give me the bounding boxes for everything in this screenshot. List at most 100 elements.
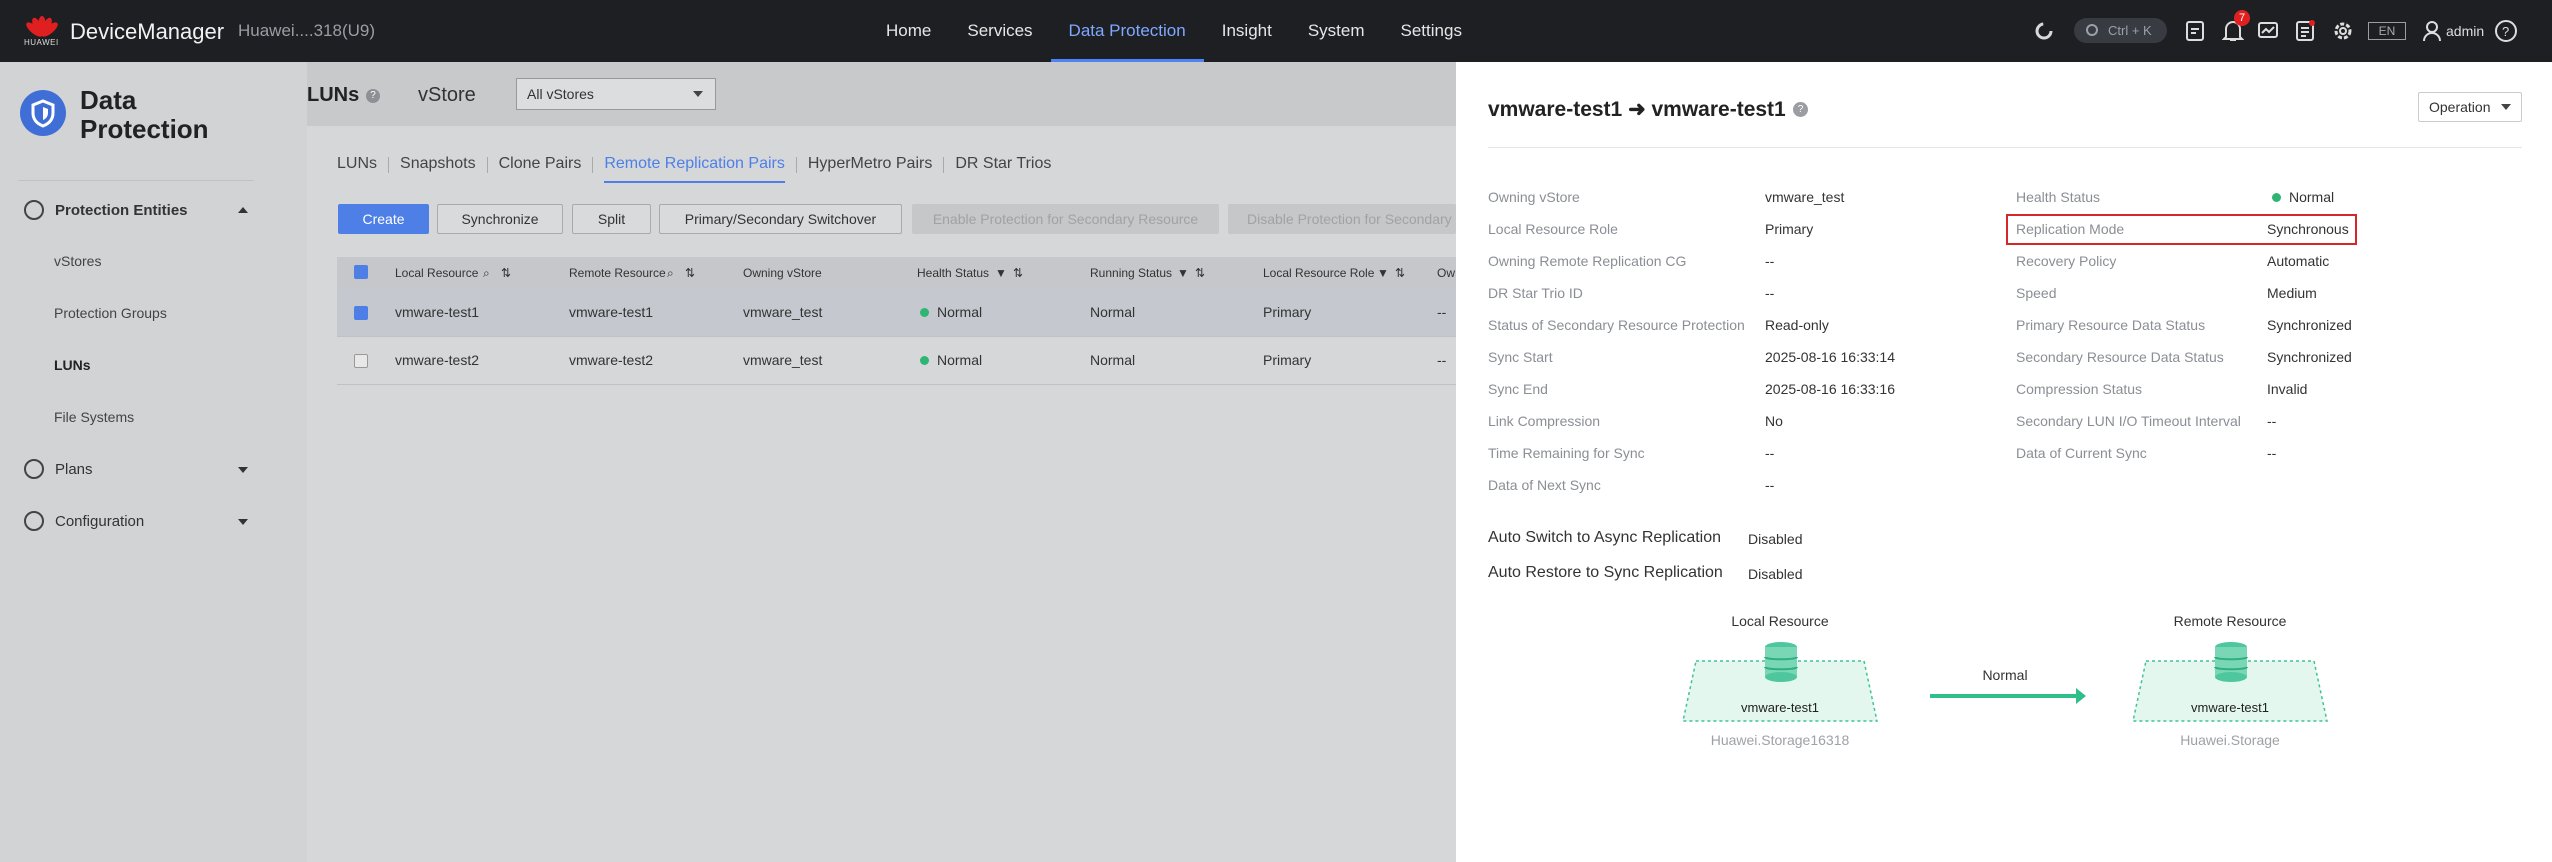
value-data-of-current-sync: -- <box>2267 445 2277 461</box>
nav-services[interactable]: Services <box>949 0 1050 62</box>
synchronize-button[interactable]: Synchronize <box>437 204 563 234</box>
row-checkbox[interactable] <box>354 306 368 320</box>
value-dr-star-trio-id: -- <box>1765 285 1775 301</box>
enable-protection-button[interactable]: Enable Protection for Secondary Resource <box>912 204 1219 234</box>
value-sync-start: 2025-08-16 16:33:14 <box>1765 349 1895 365</box>
label-secondary-resource-protection: Status of Secondary Resource Protection <box>1488 317 1745 333</box>
auto-switch-label: Auto Switch to Async Replication <box>1488 529 1722 546</box>
sort-icon[interactable]: ⇅ <box>1395 266 1405 280</box>
search-icon[interactable]: ⌕ <box>483 266 490 281</box>
global-search[interactable]: Ctrl + K <box>2074 18 2167 43</box>
nav-system[interactable]: System <box>1290 0 1383 62</box>
operation-dropdown[interactable]: Operation <box>2418 92 2522 122</box>
label-data-of-current-sync: Data of Current Sync <box>2016 445 2147 461</box>
cell-health-status: Normal <box>920 304 982 320</box>
sort-icon[interactable]: ⇅ <box>501 266 511 280</box>
help-icon[interactable]: ? <box>1793 102 1808 117</box>
gear-icon[interactable] <box>2332 20 2354 42</box>
column-running-status[interactable]: Running Status <box>1090 266 1172 280</box>
value-time-remaining: -- <box>1765 445 1775 461</box>
tab-hypermetro-pairs[interactable]: HyperMetro Pairs <box>808 155 932 183</box>
operation-label: Operation <box>2429 99 2491 115</box>
monitor-icon[interactable] <box>2257 20 2279 42</box>
shield-icon <box>24 200 44 220</box>
cell-local-resource[interactable]: vmware-test1 <box>395 304 479 320</box>
sidebar-item-vstores[interactable]: vStores <box>54 253 101 269</box>
sidebar-item-plans[interactable]: Plans <box>24 459 93 479</box>
sort-icon[interactable]: ⇅ <box>685 266 695 280</box>
cell-owning-vstore: vmware_test <box>743 304 823 320</box>
chevron-down-icon[interactable] <box>238 519 248 525</box>
help-icon[interactable]: ? <box>2494 19 2518 43</box>
tab-luns[interactable]: LUNs <box>337 155 377 183</box>
search-icon[interactable]: ⌕ <box>667 266 674 281</box>
table-row[interactable]: vmware-test2 vmware-test2 vmware_test No… <box>337 337 1457 385</box>
filter-icon[interactable]: ▼ <box>1377 266 1389 280</box>
label-recovery-policy: Recovery Policy <box>2016 253 2117 269</box>
cell-truncated: -- <box>1437 304 1447 320</box>
task-icon[interactable] <box>2185 20 2205 42</box>
value-owning-vstore: vmware_test <box>1765 189 1845 205</box>
device-name[interactable]: Huawei....318(U9) <box>238 21 375 41</box>
filter-icon[interactable]: ▼ <box>995 266 1007 280</box>
database-icon <box>2214 642 2248 682</box>
sort-icon[interactable]: ⇅ <box>1013 266 1023 280</box>
column-truncated[interactable]: Ow <box>1437 266 1455 280</box>
column-local-resource-role[interactable]: Local Resource Role <box>1263 266 1374 280</box>
label-dr-star-trio-id: DR Star Trio ID <box>1488 285 1583 301</box>
vstore-select[interactable]: All vStores <box>516 78 716 110</box>
disable-protection-button[interactable]: Disable Protection for Secondary <box>1228 204 1456 234</box>
sort-icon[interactable]: ⇅ <box>1195 266 1205 280</box>
top-bar: HUAWEI DeviceManager Huawei....318(U9) H… <box>0 0 2552 62</box>
sidebar-section-protection-entities[interactable]: Protection Entities <box>24 200 188 220</box>
column-owning-vstore[interactable]: Owning vStore <box>743 266 822 280</box>
tab-snapshots[interactable]: Snapshots <box>400 155 476 183</box>
remote-device-name: Huawei.Storage <box>2180 732 2280 748</box>
value-secondary-resource-protection: Read-only <box>1765 317 1829 333</box>
split-button[interactable]: Split <box>572 204 651 234</box>
filter-icon[interactable]: ▼ <box>1177 266 1189 280</box>
nav-settings[interactable]: Settings <box>1383 0 1480 62</box>
search-icon <box>2086 24 2098 36</box>
user-name[interactable]: admin <box>2446 23 2484 39</box>
clock-icon <box>24 459 44 479</box>
value-compression-status: Invalid <box>2267 381 2308 397</box>
cell-local-resource-role: Primary <box>1263 352 1312 368</box>
sidebar-item-file-systems[interactable]: File Systems <box>54 409 134 425</box>
detail-title: vmware-test1 ➜ vmware-test1 <box>1488 98 1786 121</box>
sidebar: Data Protection Protection Entities vStor… <box>0 62 276 862</box>
status-dot <box>920 356 929 365</box>
column-remote-resource[interactable]: Remote Resource <box>569 266 666 280</box>
tab-clone-pairs[interactable]: Clone Pairs <box>499 155 582 183</box>
cell-local-resource[interactable]: vmware-test2 <box>395 352 479 368</box>
label-time-remaining: Time Remaining for Sync <box>1488 445 1645 461</box>
switchover-button[interactable]: Primary/Secondary Switchover <box>659 204 902 234</box>
sidebar-item-protection-groups[interactable]: Protection Groups <box>54 305 167 321</box>
row-checkbox[interactable] <box>354 354 368 368</box>
detail-divider <box>1488 147 2522 148</box>
nav-home[interactable]: Home <box>868 0 949 62</box>
notes-icon[interactable] <box>2295 20 2315 42</box>
nav-data-protection[interactable]: Data Protection <box>1050 0 1204 62</box>
nav-insight[interactable]: Insight <box>1204 0 1290 62</box>
content-card <box>307 126 1507 862</box>
column-health-status[interactable]: Health Status <box>917 266 989 280</box>
value-link-compression: No <box>1765 413 1783 429</box>
chevron-down-icon[interactable] <box>238 467 248 473</box>
chevron-up-icon[interactable] <box>238 207 248 213</box>
create-button[interactable]: Create <box>338 204 429 234</box>
tab-remote-replication-pairs[interactable]: Remote Replication Pairs <box>604 155 785 183</box>
sidebar-item-luns[interactable]: LUNs <box>54 357 91 373</box>
page-title: LUNs <box>307 84 360 106</box>
user-icon[interactable] <box>2422 20 2442 42</box>
column-local-resource[interactable]: Local Resource <box>395 266 478 280</box>
help-icon[interactable]: ? <box>366 89 380 103</box>
detail-drawer: vmware-test1 ➜ vmware-test1 ? Operation … <box>1456 62 2552 862</box>
tab-dr-star-trios[interactable]: DR Star Trios <box>955 155 1051 183</box>
table-row[interactable]: vmware-test1 vmware-test1 vmware_test No… <box>337 289 1457 337</box>
select-all-checkbox[interactable] <box>354 265 368 279</box>
language-toggle[interactable]: EN <box>2368 22 2406 40</box>
sidebar-item-configuration[interactable]: Configuration <box>24 511 144 531</box>
auto-restore-value: Disabled <box>1748 566 1803 582</box>
local-resource-label: Local Resource <box>1731 613 1829 629</box>
